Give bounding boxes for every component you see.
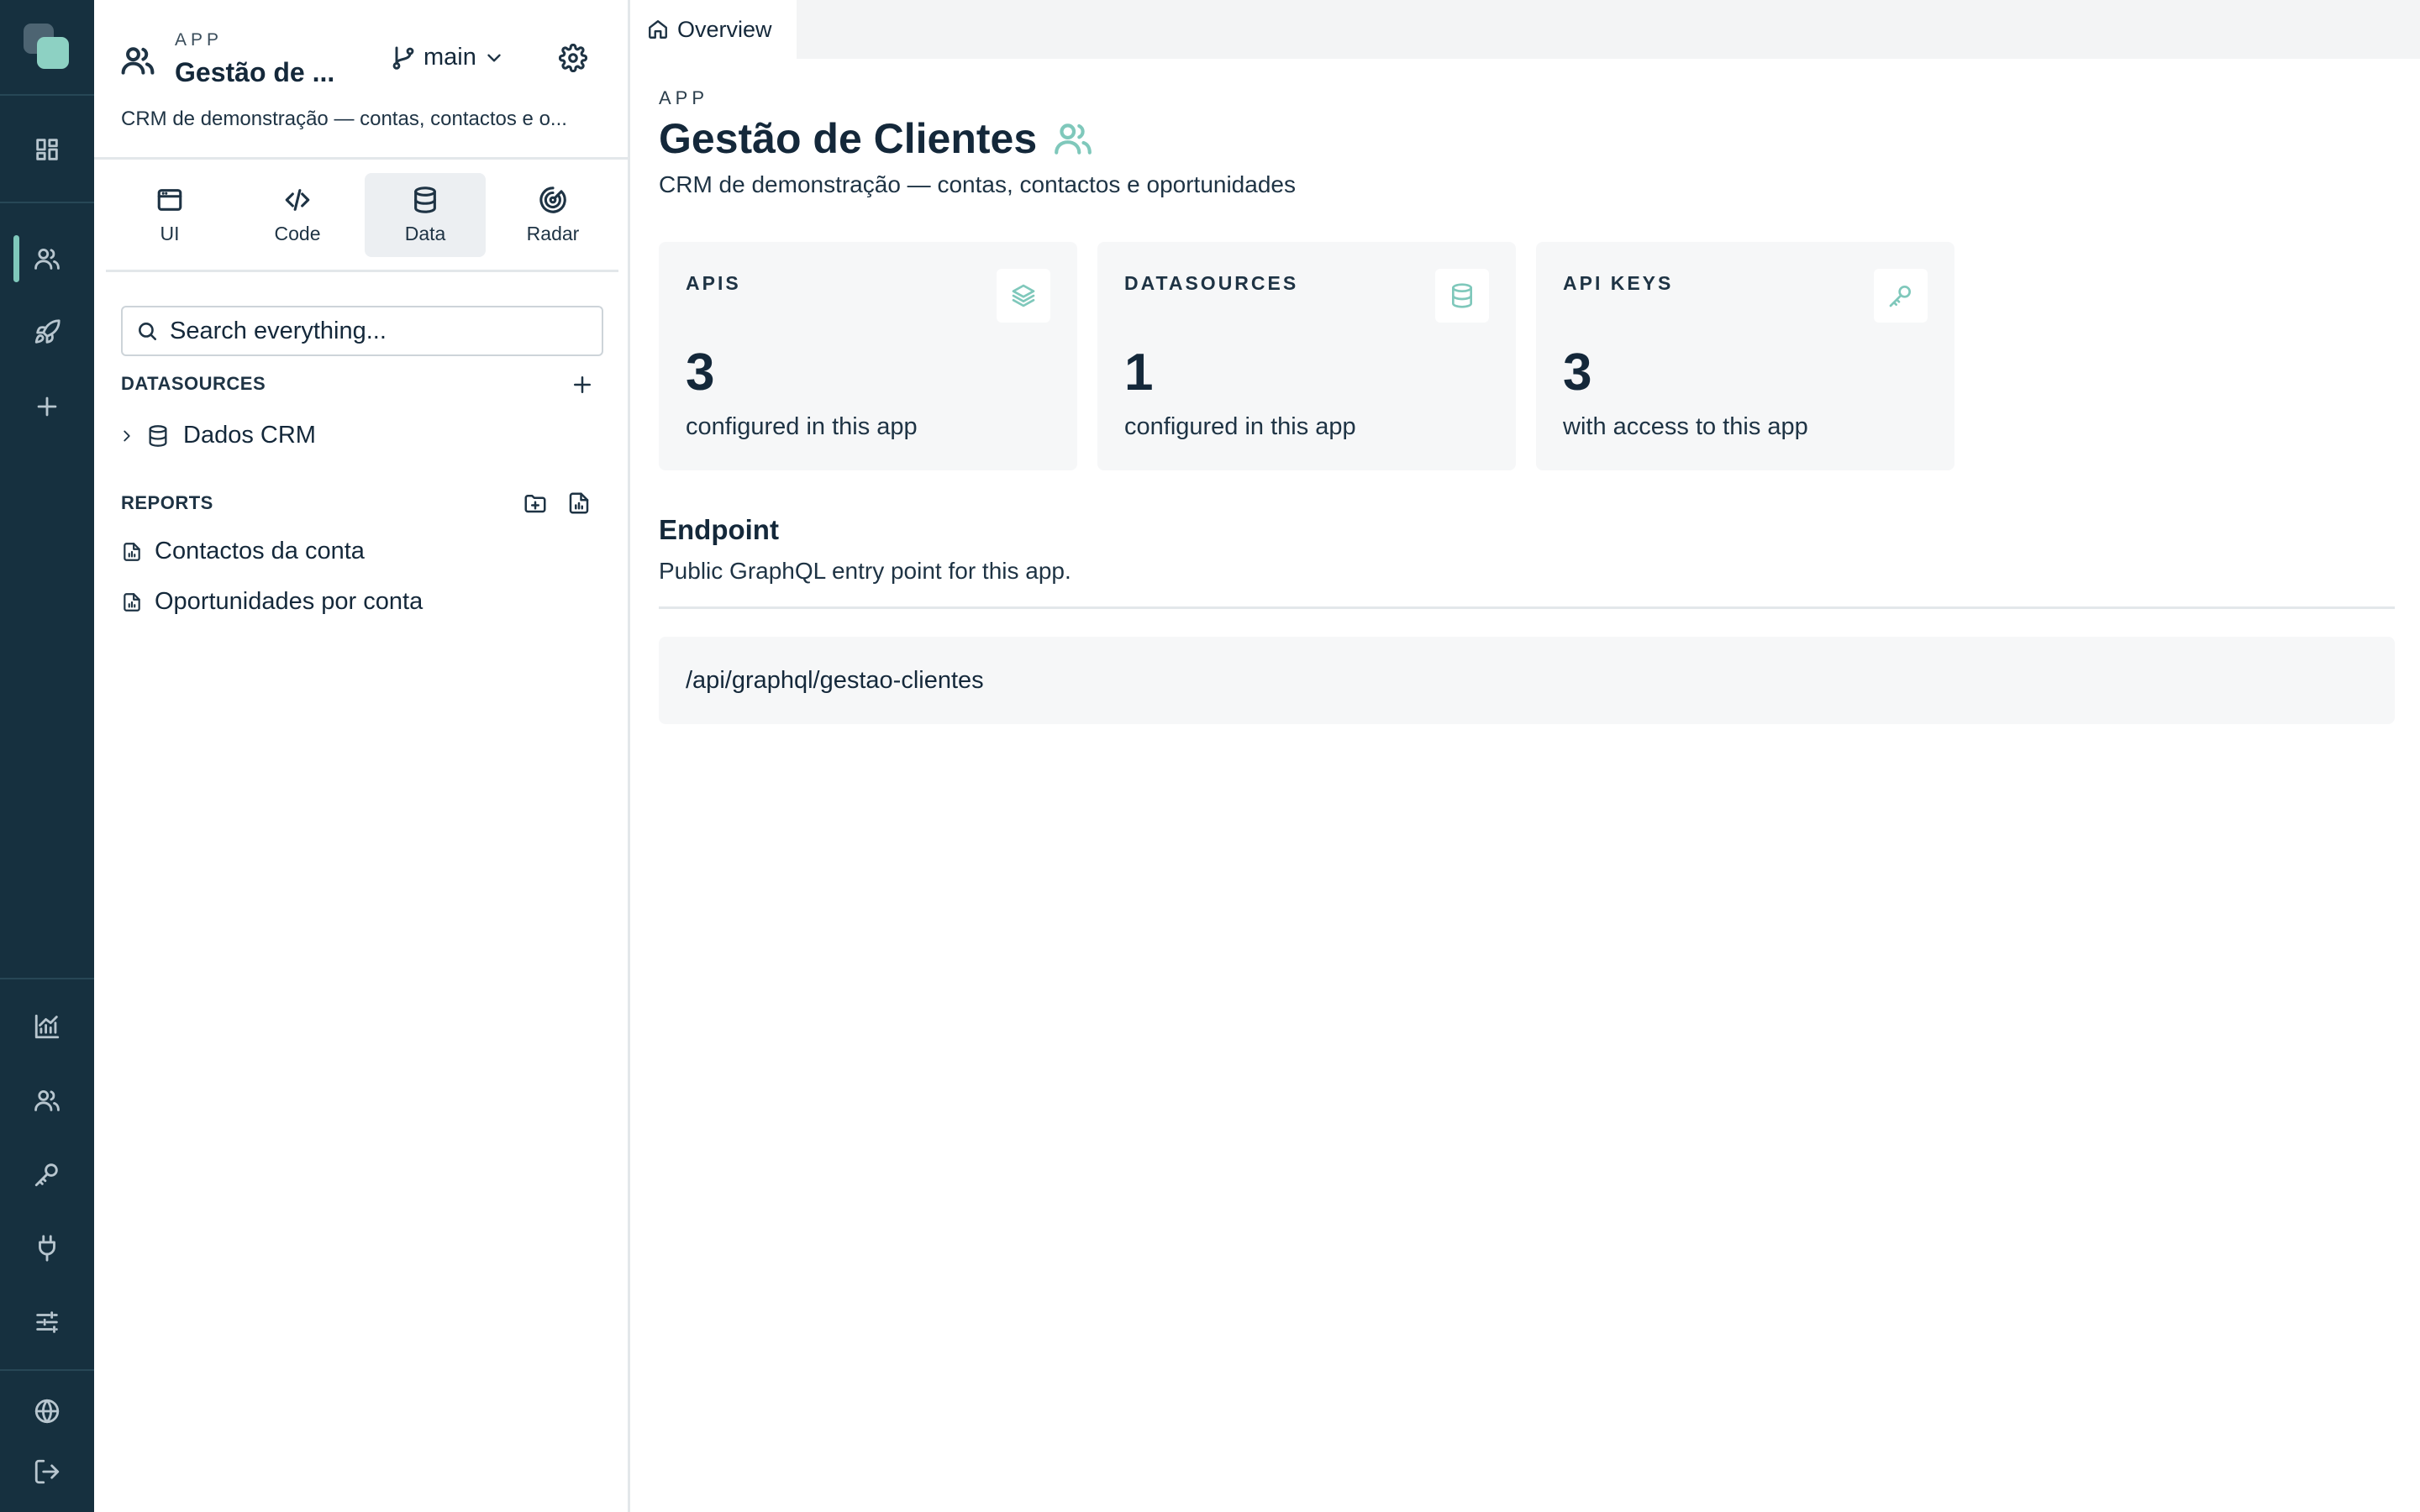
users-icon: [1055, 123, 1092, 155]
folder-plus-icon: [524, 495, 546, 513]
endpoint-divider: [659, 606, 2395, 609]
page-kicker: APP: [659, 87, 709, 108]
database-icon: [414, 186, 436, 213]
panel-header: APP Gestão de ... main CRM de demonstraç…: [94, 0, 628, 160]
search-box[interactable]: [121, 306, 603, 356]
page-title-row: Gestão de Clientes: [659, 114, 1094, 163]
dashboard-icon[interactable]: [30, 133, 64, 166]
card-title: API KEYS: [1563, 272, 1674, 294]
rail-divider: [0, 1369, 94, 1371]
report-icon: [124, 542, 140, 561]
endpoint-description: Public GraphQL entry point for this app.: [659, 558, 1071, 584]
endpoint-path[interactable]: /api/graphql/gestao-clientes: [686, 667, 984, 695]
rocket-icon[interactable]: [30, 316, 64, 349]
report-icon: [124, 592, 140, 612]
reports-section-title: REPORTS: [121, 492, 213, 513]
datasource-item[interactable]: Dados CRM: [118, 422, 316, 449]
key-icon[interactable]: [30, 1158, 64, 1191]
radar-icon: [539, 186, 566, 213]
tab-strip: Overview: [630, 0, 2420, 59]
card-title: APIS: [686, 272, 741, 294]
side-panel: APP Gestão de ... main CRM de demonstraç…: [94, 0, 630, 1512]
card-title: DATASOURCES: [1124, 272, 1299, 294]
stat-card-datasources[interactable]: DATASOURCES 1 configured in this app: [1097, 242, 1516, 470]
left-rail: [0, 0, 94, 1512]
chart-icon[interactable]: [30, 1010, 64, 1043]
rail-divider: [0, 94, 94, 96]
report-icon: [569, 492, 589, 514]
logo-front-square: [37, 37, 69, 69]
users-icon[interactable]: [30, 242, 64, 276]
git-branch-icon: [392, 46, 414, 70]
tab-data[interactable]: Data: [365, 173, 486, 257]
report-item[interactable]: Contactos da conta: [121, 538, 365, 565]
endpoint-box[interactable]: /api/graphql/gestao-clientes: [659, 637, 2395, 724]
tab-label: Radar: [526, 222, 580, 244]
app-description: CRM de demonstração — contas, contactos …: [121, 108, 567, 130]
sliders-icon[interactable]: [30, 1305, 64, 1339]
report-label: Oportunidades por conta: [155, 588, 424, 615]
users-icon[interactable]: [30, 1084, 64, 1117]
card-subtitle: configured in this app: [686, 413, 918, 440]
database-icon: [149, 424, 167, 447]
key-icon: [1874, 269, 1928, 323]
app-name: Gestão de ...: [175, 57, 335, 87]
rail-divider: [0, 202, 94, 203]
search-input[interactable]: [170, 317, 590, 345]
report-label: Contactos da conta: [155, 538, 365, 564]
window-icon: [157, 188, 182, 211]
new-report-button[interactable]: [566, 491, 592, 516]
datasources-section-title: DATASOURCES: [121, 373, 266, 394]
panel-tabs: UI Code Data Radar: [106, 173, 618, 272]
layers-icon: [997, 269, 1050, 323]
card-value: 3: [686, 344, 715, 402]
code-icon: [285, 188, 310, 211]
tab-code[interactable]: Code: [237, 173, 358, 257]
card-value: 3: [1563, 344, 1592, 402]
logo[interactable]: [24, 24, 71, 71]
add-datasource-button[interactable]: [570, 372, 595, 397]
datasource-label: Dados CRM: [183, 422, 316, 449]
tab-overview[interactable]: Overview: [630, 0, 797, 59]
endpoint-title: Endpoint: [659, 514, 779, 545]
report-item[interactable]: Oportunidades por conta: [121, 588, 423, 616]
branch-selector[interactable]: main: [390, 44, 505, 71]
tab-label: UI: [160, 222, 180, 244]
tab-label: Overview: [677, 16, 772, 42]
stat-card-apis[interactable]: APIS 3 configured in this app: [659, 242, 1077, 470]
home-icon: [649, 20, 667, 39]
new-folder-button[interactable]: [523, 491, 548, 516]
card-value: 1: [1124, 344, 1154, 402]
logout-icon[interactable]: [30, 1455, 64, 1488]
chevron-down-icon: [487, 54, 501, 61]
database-icon: [1435, 269, 1489, 323]
rail-divider: [0, 978, 94, 979]
search-icon: [139, 323, 157, 341]
stat-card-api-keys[interactable]: API KEYS 3 with access to this app: [1536, 242, 1954, 470]
tab-label: Data: [404, 222, 446, 244]
rail-active-indicator: [13, 235, 19, 282]
plug-icon[interactable]: [30, 1231, 64, 1265]
tab-label: Code: [274, 222, 321, 244]
card-subtitle: with access to this app: [1563, 413, 1808, 440]
tab-ui[interactable]: UI: [109, 173, 230, 257]
page-title: Gestão de Clientes: [659, 115, 1038, 162]
branch-label: main: [424, 44, 476, 71]
users-icon: [119, 42, 156, 79]
plus-icon: [574, 376, 591, 393]
chevron-right-icon: [124, 430, 130, 441]
main-content: Overview APP Gestão de Clientes CRM de d…: [630, 0, 2420, 1512]
gear-icon[interactable]: [559, 44, 587, 72]
card-subtitle: configured in this app: [1124, 413, 1356, 440]
globe-icon[interactable]: [30, 1394, 64, 1428]
plus-icon[interactable]: [30, 390, 64, 423]
page-description: CRM de demonstração — contas, contactos …: [659, 171, 1296, 197]
app-kicker: APP: [175, 30, 224, 50]
tab-radar[interactable]: Radar: [492, 173, 613, 257]
